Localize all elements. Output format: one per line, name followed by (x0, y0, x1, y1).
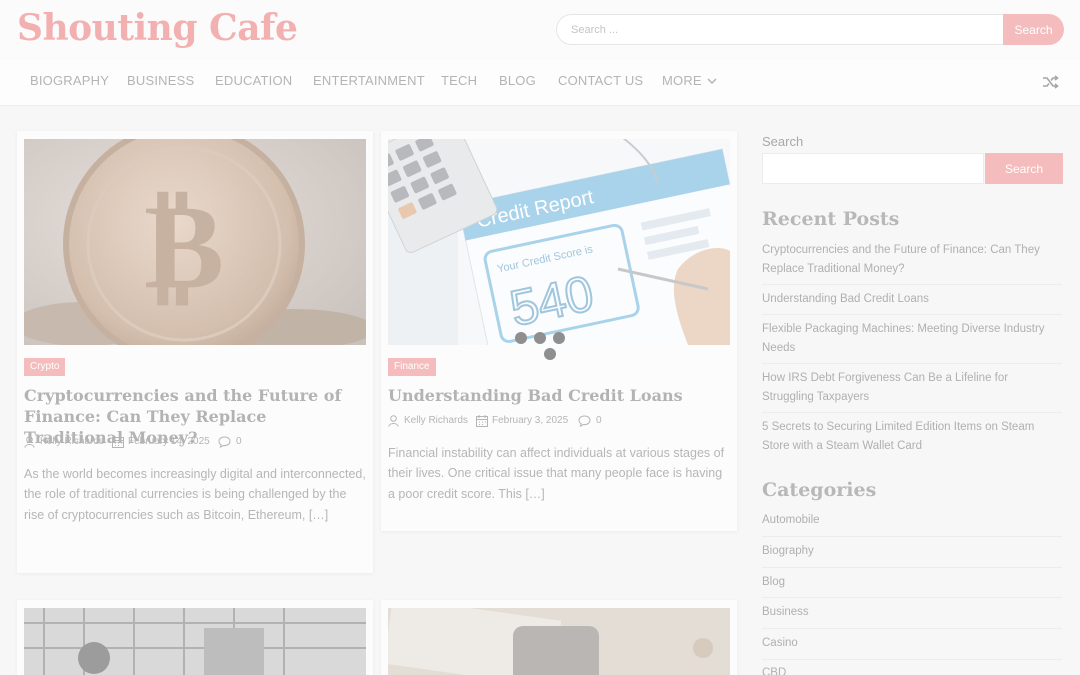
categories-title: Categories (762, 479, 877, 501)
recent-post-link[interactable]: Cryptocurrencies and the Future of Finan… (762, 241, 1062, 278)
nav-item-biography[interactable]: BIOGRAPHY (30, 73, 109, 88)
post-title[interactable]: Understanding Bad Credit Loans (388, 385, 730, 406)
post-author[interactable]: Kelly Richards (40, 436, 104, 447)
shuffle-icon[interactable] (1040, 72, 1060, 92)
nav-item-contact-us[interactable]: CONTACT US (558, 73, 643, 88)
post-date[interactable]: February 14, 2025 (128, 436, 210, 447)
post-thumbnail[interactable]: Credit Report Your Credit Score is 540 (388, 139, 730, 345)
divider (762, 659, 1062, 660)
nav-item-business[interactable]: BUSINESS (127, 73, 194, 88)
post-thumbnail[interactable] (388, 608, 730, 675)
recent-posts-title: Recent Posts (762, 208, 900, 230)
loading-spinner-icon (513, 330, 569, 366)
nav-item-blog[interactable]: BLOG (499, 73, 536, 88)
divider (762, 567, 1062, 568)
post-thumbnail[interactable] (24, 608, 366, 675)
sidebar-search-button[interactable]: Search (985, 153, 1063, 184)
sidebar-search-input[interactable] (762, 153, 984, 184)
category-link[interactable]: Blog (762, 576, 785, 588)
divider (762, 363, 1062, 364)
recent-post-link[interactable]: How IRS Debt Forgiveness Can Be a Lifeli… (762, 369, 1062, 406)
post-meta: Kelly Richards February 14, 2025 0 (24, 436, 366, 450)
post-author[interactable]: Kelly Richards (404, 415, 468, 426)
nav-item-education[interactable]: EDUCATION (215, 73, 292, 88)
nav-item-tech[interactable]: TECH (441, 73, 477, 88)
category-link[interactable]: Biography (762, 545, 814, 557)
comment-icon (218, 436, 231, 448)
post-card: ₿ Crypto Cryptocurrencies and the Future… (17, 131, 373, 573)
category-badge[interactable]: Finance (388, 358, 436, 376)
site-logo[interactable]: Shouting Cafe (17, 7, 298, 49)
user-icon (24, 436, 35, 448)
site-header: Shouting Cafe Search (0, 0, 1080, 60)
calendar-icon (112, 436, 124, 448)
divider (762, 628, 1062, 629)
nav-item-entertainment[interactable]: ENTERTAINMENT (313, 73, 425, 88)
recent-post-link[interactable]: 5 Secrets to Securing Limited Edition It… (762, 418, 1062, 455)
user-icon (388, 415, 399, 427)
category-link[interactable]: Automobile (762, 514, 820, 526)
sidebar-search-label: Search (762, 134, 804, 149)
post-comments-count[interactable]: 0 (236, 436, 242, 447)
divider (762, 284, 1062, 285)
header-search-button[interactable]: Search (1003, 14, 1064, 45)
category-link[interactable]: CBD (762, 667, 786, 675)
post-thumbnail[interactable]: ₿ (24, 139, 366, 345)
svg-text:₿: ₿ (144, 177, 224, 316)
comment-icon (578, 415, 591, 427)
divider (762, 314, 1062, 315)
post-date[interactable]: February 3, 2025 (492, 415, 568, 426)
post-excerpt: As the world becomes increasingly digita… (24, 467, 366, 522)
post-excerpt: Financial instability can affect individ… (388, 446, 725, 501)
divider (762, 412, 1062, 413)
machinery-image (24, 608, 366, 675)
post-meta: Kelly Richards February 3, 2025 0 (388, 415, 730, 429)
bitcoin-image: ₿ (24, 139, 366, 345)
recent-post-link[interactable]: Flexible Packaging Machines: Meeting Div… (762, 320, 1062, 357)
documents-phone-image (388, 608, 730, 675)
chevron-down-icon[interactable] (706, 75, 718, 87)
category-link[interactable]: Business (762, 606, 809, 618)
header-search: Search (556, 14, 1064, 45)
calendar-icon (476, 415, 488, 427)
category-link[interactable]: Casino (762, 637, 798, 649)
header-search-input[interactable] (556, 14, 1004, 45)
main-nav: BIOGRAPHY BUSINESS EDUCATION ENTERTAINME… (0, 60, 1080, 106)
nav-item-more[interactable]: MORE (662, 73, 702, 88)
post-comments-count[interactable]: 0 (596, 415, 602, 426)
post-card (381, 600, 737, 675)
post-card (17, 600, 373, 675)
divider (762, 597, 1062, 598)
category-badge[interactable]: Crypto (24, 358, 66, 376)
divider (762, 536, 1062, 537)
credit-report-image: Credit Report Your Credit Score is 540 (388, 139, 730, 345)
recent-post-link[interactable]: Understanding Bad Credit Loans (762, 290, 1062, 309)
